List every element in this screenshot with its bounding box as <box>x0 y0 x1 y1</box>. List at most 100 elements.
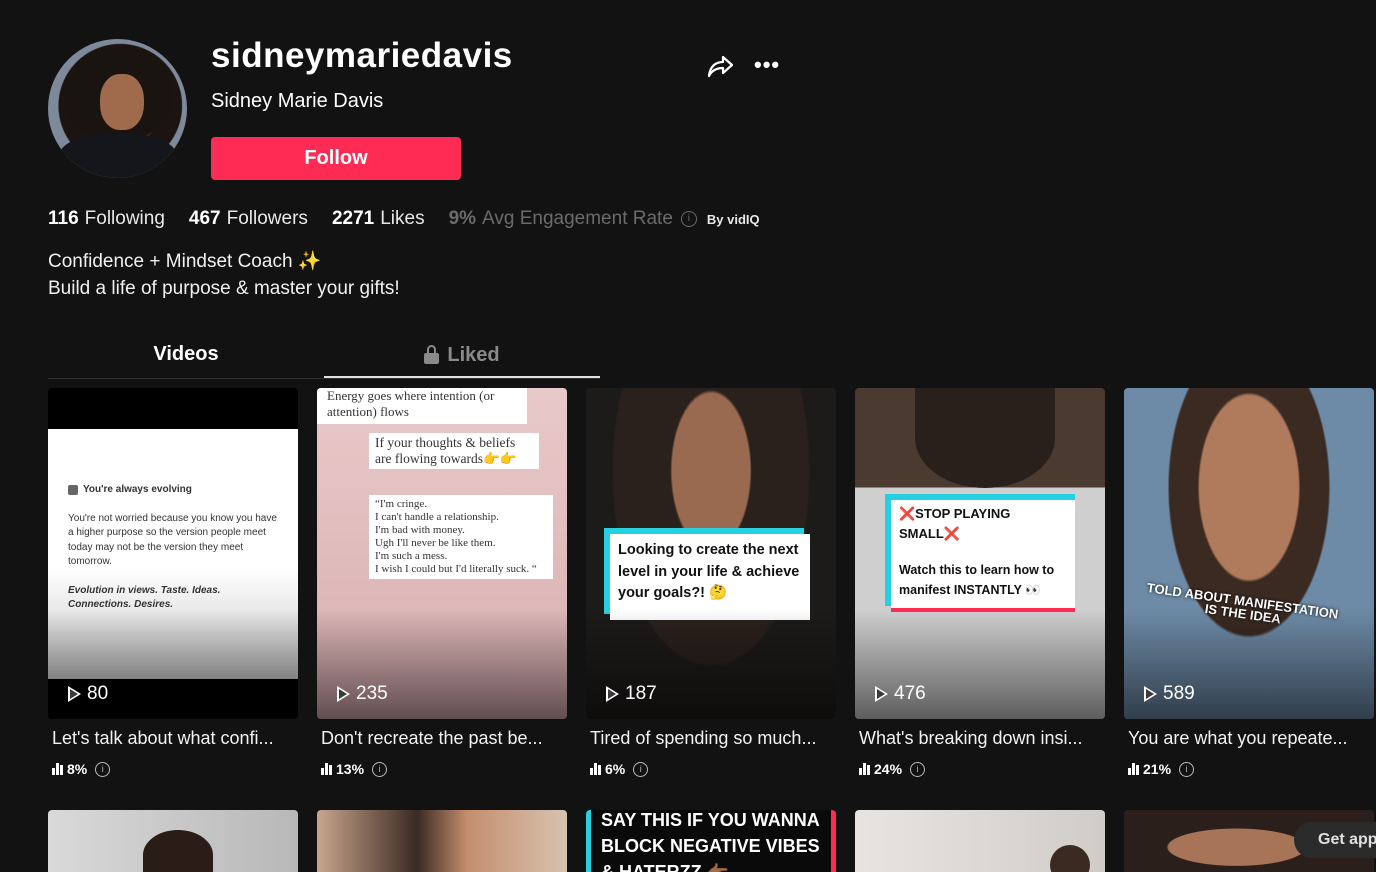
bio-line: Build a life of purpose & master your gi… <box>48 278 400 299</box>
share-icon[interactable] <box>705 51 735 81</box>
overlay-text: You're always evolving <box>83 484 192 495</box>
engagement-rate: 24% <box>874 761 903 777</box>
quote-line: I can't handle a relationship. <box>375 511 499 523</box>
bio-line: Confidence + Mindset Coach ✨ <box>48 251 322 272</box>
engagement-rate: 6% <box>605 761 626 777</box>
followers-count: 467 <box>188 208 221 229</box>
view-count: 589 <box>1144 683 1195 705</box>
video-card[interactable]: Energy goes where intention (or attentio… <box>317 388 567 777</box>
overlay-box: ❌STOP PLAYING SMALL❌ Watch this to learn… <box>891 500 1075 608</box>
username: sidneymariedavis <box>211 36 513 75</box>
followers-stat[interactable]: 467 Followers <box>189 208 308 230</box>
likes-stat: 2271 Likes <box>332 208 425 230</box>
get-app-button[interactable]: Get app <box>1294 822 1376 858</box>
video-thumbnail[interactable]: ❌STOP PLAYING SMALL❌ Watch this to learn… <box>855 388 1105 719</box>
overlay-text: & HATERZZ 👉🏾 <box>601 862 730 872</box>
engagement-stat: 9% Avg Engagement Rate i By vidIQ <box>449 208 760 230</box>
video-card[interactable]: ❌STOP PLAYING SMALL❌ Watch this to learn… <box>855 388 1105 777</box>
engagement-label: Avg Engagement Rate <box>482 208 673 229</box>
info-icon[interactable]: i <box>1179 761 1195 777</box>
view-count-value: 589 <box>1163 683 1195 704</box>
video-card[interactable]: Looking to create the next level in your… <box>586 388 836 777</box>
quote-line: I wish I could but I'd literally suck. “ <box>375 563 537 575</box>
overlay-text: SAY THIS IF YOU WANNA <box>601 810 820 830</box>
engagement-value: 9% <box>448 208 477 229</box>
view-count: 187 <box>606 683 657 705</box>
play-icon <box>337 686 350 702</box>
video-thumbnail[interactable]: You're always evolving You're not worrie… <box>48 388 298 719</box>
tab-videos[interactable]: Videos <box>48 334 324 378</box>
video-thumbnail[interactable] <box>855 810 1105 872</box>
profile-bio: Confidence + Mindset Coach ✨ Build a lif… <box>48 248 400 302</box>
overlay-text: Watch this to learn how to manifest INST… <box>899 563 1055 597</box>
lock-icon <box>424 344 440 364</box>
more-icon[interactable]: ••• <box>754 50 784 80</box>
view-count-value: 80 <box>87 683 109 704</box>
video-thumbnail[interactable]: Energy goes where intention (or attentio… <box>317 388 567 719</box>
view-count-value: 476 <box>894 683 926 704</box>
video-caption[interactable]: You are what you repeate... <box>1128 728 1374 749</box>
info-icon[interactable]: i <box>633 761 649 777</box>
following-stat[interactable]: 116 Following <box>48 208 165 230</box>
likes-label: Likes <box>380 208 425 229</box>
view-count: 80 <box>68 683 108 705</box>
engagement-rate: 21% <box>1143 761 1172 777</box>
overlay-text: Looking to create the next level in your… <box>610 534 810 620</box>
overlay-quote: “I'm cringe. I can't handle a relationsh… <box>369 495 553 579</box>
engagement-rate: 13% <box>336 761 365 777</box>
follow-button[interactable]: Follow <box>211 137 461 180</box>
play-icon <box>68 686 81 702</box>
video-caption[interactable]: What's breaking down insi... <box>859 728 1105 749</box>
video-card[interactable]: TOLD ABOUT MANIFESTATION IS THE IDEA 589… <box>1124 388 1374 777</box>
video-engagement: 24% i <box>859 761 1105 777</box>
video-thumbnail[interactable] <box>317 810 567 872</box>
profile-stats: 116 Following 467 Followers 2271 Likes 9% Av… <box>48 208 760 230</box>
quote-line: “I'm cringe. <box>375 498 428 510</box>
info-icon[interactable]: i <box>910 761 926 777</box>
following-label: Following <box>84 208 165 229</box>
overlay-text: Energy goes where intention (or attentio… <box>317 388 527 424</box>
engagement-bars-icon <box>321 763 332 775</box>
quote-line: I'm such a mess. <box>375 550 448 562</box>
followers-label: Followers <box>226 208 308 229</box>
info-icon[interactable]: i <box>680 211 697 227</box>
play-icon <box>875 686 888 702</box>
video-engagement: 8% i <box>52 761 298 777</box>
overlay-text: ❌STOP PLAYING SMALL❌ <box>899 506 1011 541</box>
video-thumbnail[interactable]: Looking to create the next level in your… <box>586 388 836 719</box>
profile-tabs: Videos Liked <box>48 334 600 379</box>
engagement-bars-icon <box>590 763 601 775</box>
overlay-text: If your thoughts & beliefs are flowing t… <box>369 433 539 469</box>
view-count-value: 235 <box>356 683 388 704</box>
overlay-text: You're not worried because you know you … <box>68 512 277 568</box>
engagement-rate: 8% <box>67 761 88 777</box>
overlay-text: BLOCK NEGATIVE VIBES <box>601 836 820 856</box>
play-icon <box>1144 686 1157 702</box>
video-caption[interactable]: Don't recreate the past be... <box>321 728 567 749</box>
engagement-bars-icon <box>859 763 870 775</box>
quote-line: Ugh I'll never be like them. <box>375 537 496 549</box>
info-icon[interactable]: i <box>95 761 111 777</box>
tab-liked-label: Liked <box>447 344 500 366</box>
video-thumbnail[interactable] <box>48 810 298 872</box>
video-engagement: 13% i <box>321 761 567 777</box>
engagement-bars-icon <box>1128 763 1139 775</box>
quote-line: I'm bad with money. <box>375 524 465 536</box>
checkbox-icon <box>68 485 78 496</box>
view-count: 476 <box>875 683 926 705</box>
video-caption[interactable]: Let's talk about what confi... <box>52 728 298 749</box>
display-name: Sidney Marie Davis <box>211 90 384 112</box>
engagement-bars-icon <box>52 763 63 775</box>
view-count-value: 187 <box>625 683 657 704</box>
play-icon <box>606 686 619 702</box>
video-thumbnail[interactable]: SAY THIS IF YOU WANNA BLOCK NEGATIVE VIB… <box>586 810 836 872</box>
likes-count: 2271 <box>331 208 375 229</box>
by-vidiq-label: By vidIQ <box>706 211 760 227</box>
video-card[interactable]: You're always evolving You're not worrie… <box>48 388 298 777</box>
profile-avatar <box>48 39 187 178</box>
tab-liked[interactable]: Liked <box>324 334 600 378</box>
info-icon[interactable]: i <box>372 761 388 777</box>
following-count: 116 <box>48 208 79 229</box>
video-caption[interactable]: Tired of spending so much... <box>590 728 836 749</box>
video-thumbnail[interactable]: TOLD ABOUT MANIFESTATION IS THE IDEA 589 <box>1124 388 1374 719</box>
